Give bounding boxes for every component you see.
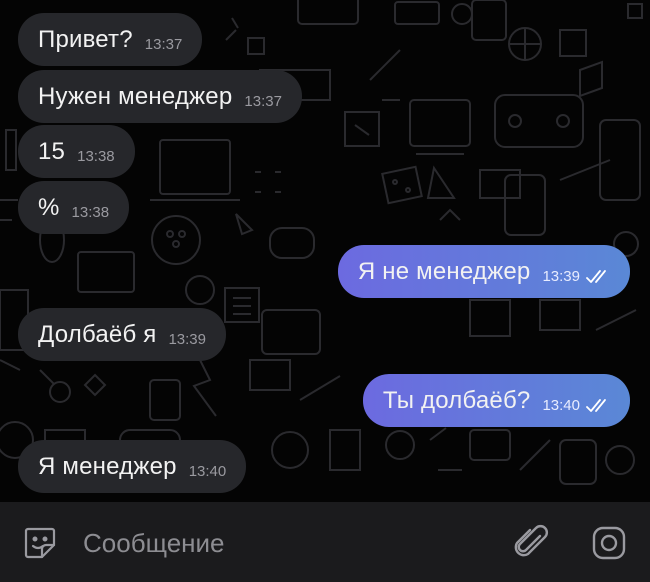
message-text: 15 xyxy=(38,137,66,165)
message-time: 13:37 xyxy=(144,36,183,53)
message-bubble-outgoing[interactable]: Ты долбаёб? 13:40 xyxy=(362,374,630,427)
double-check-icon xyxy=(586,398,606,412)
message-text: Привет? xyxy=(38,25,133,53)
message-text: Долбаёб я xyxy=(38,320,157,348)
message-text: Я менеджер xyxy=(38,452,177,480)
message-text: Я не менеджер xyxy=(357,257,531,285)
message-bubble-incoming[interactable]: Я менеджер 13:40 xyxy=(18,440,247,493)
message-text: % xyxy=(38,193,60,221)
message-bubble-outgoing[interactable]: Я не менеджер 13:39 xyxy=(337,245,630,298)
chat-screen: Привет? 13:37 Нужен менеджер 13:37 15 13… xyxy=(0,0,650,582)
message-bubble-incoming[interactable]: Долбаёб я 13:39 xyxy=(18,308,226,361)
message-time: 13:39 xyxy=(168,331,206,348)
message-list[interactable]: Привет? 13:37 Нужен менеджер 13:37 15 13… xyxy=(0,0,650,502)
message-time: 13:40 xyxy=(542,397,580,414)
message-composer: Сообщение xyxy=(0,502,650,582)
message-input[interactable]: Сообщение xyxy=(83,528,225,559)
message-time: 13:39 xyxy=(542,268,580,285)
message-time: 13:38 xyxy=(71,204,110,221)
message-bubble-incoming[interactable]: % 13:38 xyxy=(18,181,130,234)
message-bubble-incoming[interactable]: Привет? 13:37 xyxy=(18,13,203,66)
message-bubble-incoming[interactable]: 15 13:38 xyxy=(18,125,135,178)
message-time: 13:37 xyxy=(244,93,282,110)
message-bubble-incoming[interactable]: Нужен менеджер 13:37 xyxy=(18,70,302,123)
message-text: Ты долбаёб? xyxy=(382,386,531,414)
paperclip-icon[interactable] xyxy=(512,524,550,562)
message-time: 13:38 xyxy=(77,148,115,165)
message-time: 13:40 xyxy=(188,463,227,480)
double-check-icon xyxy=(586,269,606,283)
message-text: Нужен менеджер xyxy=(38,82,233,110)
sticker-smile-icon[interactable] xyxy=(22,525,58,561)
camera-icon[interactable] xyxy=(590,524,628,562)
